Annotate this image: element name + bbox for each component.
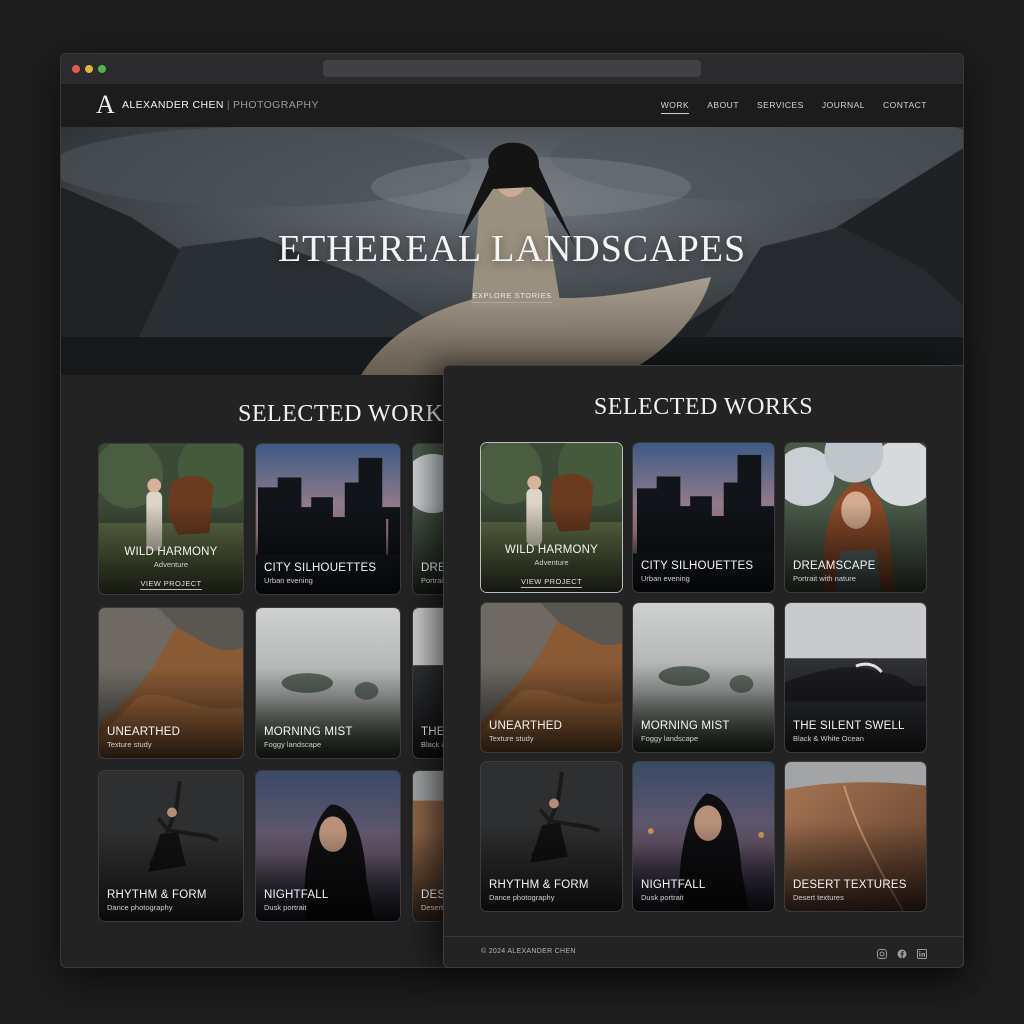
- card-title: UNEARTHED: [107, 726, 181, 738]
- view-project-label: VIEW PROJECT: [140, 579, 202, 590]
- nav-item-journal[interactable]: JOURNAL: [822, 100, 865, 114]
- nav-item-contact[interactable]: CONTACT: [883, 100, 927, 114]
- hero-banner: ETHEREAL LANDSCAPES EXPLORE STORIES: [61, 127, 963, 375]
- card-subtitle: Foggy landscape: [264, 740, 322, 749]
- project-card-rhythm-form[interactable]: RHYTHM & FORM Dance photography: [480, 761, 623, 912]
- back-card-morning-mist[interactable]: MORNING MIST Foggy landscape: [255, 607, 401, 759]
- card-subtitle: Urban evening: [264, 576, 313, 585]
- card-subtitle: Dance photography: [489, 893, 555, 902]
- linkedin-icon[interactable]: [917, 946, 927, 959]
- brand-separator: |: [226, 99, 231, 111]
- card-subtitle: Desert: [421, 903, 444, 912]
- copyright-text: © 2024 ALEXANDER CHEN: [481, 948, 576, 955]
- card-title: UNEARTHED: [489, 720, 563, 732]
- card-subtitle: Dance photography: [107, 903, 173, 912]
- card-title: NIGHTFALL: [641, 879, 706, 891]
- card-title: NIGHTFALL: [264, 889, 329, 901]
- close-window-button[interactable]: [72, 65, 80, 73]
- card-subtitle: Portrai: [421, 576, 444, 585]
- back-section-title: SELECTED WORKS: [238, 401, 458, 427]
- project-card-desert-textures[interactable]: DESERT TEXTURES Desert textures: [784, 761, 927, 912]
- maximize-window-button[interactable]: [98, 65, 106, 73]
- card-title: THE: [421, 726, 445, 738]
- page-footer: © 2024 ALEXANDER CHEN: [444, 936, 963, 967]
- card-subtitle: Portrait with nature: [793, 574, 856, 583]
- card-subtitle: Texture study: [489, 734, 534, 743]
- card-subtitle: Desert textures: [793, 893, 844, 902]
- card-title: CITY SILHOUETTES: [264, 562, 377, 574]
- site-header: A ALEXANDER CHEN | PHOTOGRAPHY WORK ABOUT …: [61, 84, 963, 127]
- card-title: MORNING MIST: [641, 720, 730, 732]
- nav-item-services[interactable]: SERVICES: [757, 100, 804, 114]
- card-title: CITY SILHOUETTES: [641, 560, 754, 572]
- project-card-unearthed[interactable]: UNEARTHED Texture study: [480, 602, 623, 753]
- minimize-window-button[interactable]: [85, 65, 93, 73]
- hero-title: ETHEREAL LANDSCAPES: [277, 228, 747, 270]
- card-subtitle: Black & White Ocean: [793, 734, 864, 743]
- brand-tagline: PHOTOGRAPHY: [233, 99, 319, 111]
- back-card-wild-harmony[interactable]: WILD HARMONY Adventure VIEW PROJECT: [98, 443, 244, 595]
- view-project-label: VIEW PROJECT: [520, 577, 583, 588]
- card-subtitle: Dusk portrait: [641, 893, 684, 902]
- card-subtitle: Adventure: [153, 560, 189, 569]
- brand-title: ALEXANDER CHEN: [122, 99, 224, 111]
- back-card-unearthed[interactable]: UNEARTHED Texture study: [98, 607, 244, 759]
- card-title: MORNING MIST: [264, 726, 353, 738]
- back-card-nightfall[interactable]: NIGHTFALL Dusk portrait: [255, 770, 401, 922]
- card-subtitle: Adventure: [534, 558, 569, 567]
- card-title: THE SILENT SWELL: [793, 720, 905, 732]
- card-title: RHYTHM & FORM: [489, 879, 589, 891]
- card-title: RHYTHM & FORM: [107, 889, 207, 901]
- selected-works-panel: SELECTED WORKS WILD HARMONY Adventure VI…: [443, 365, 964, 968]
- back-card-rhythm-form[interactable]: RHYTHM & FORM Dance photography: [98, 770, 244, 922]
- card-title: DESERT TEXTURES: [793, 879, 907, 891]
- project-card-wild-harmony[interactable]: WILD HARMONY Adventure VIEW PROJECT: [480, 442, 623, 593]
- card-title: WILD HARMONY: [504, 544, 599, 556]
- address-bar[interactable]: [323, 60, 701, 77]
- social-links: [877, 946, 927, 959]
- back-card-city-silhouettes[interactable]: CITY SILHOUETTES Urban evening: [255, 443, 401, 595]
- project-card-morning-mist[interactable]: MORNING MIST Foggy landscape: [632, 602, 775, 753]
- main-nav: WORK ABOUT SERVICES JOURNAL CONTACT: [660, 100, 927, 114]
- browser-titlebar: [61, 54, 963, 84]
- logo-icon[interactable]: A: [96, 90, 115, 120]
- project-card-silent-swell[interactable]: THE SILENT SWELL Black & White Ocean: [784, 602, 927, 753]
- project-card-city-silhouettes[interactable]: CITY SILHOUETTES Urban evening: [632, 442, 775, 593]
- card-subtitle: Urban evening: [641, 574, 690, 583]
- project-card-dreamscape[interactable]: DREAMSCAPE Portrait with nature: [784, 442, 927, 593]
- section-title: SELECTED WORKS: [593, 394, 814, 420]
- nav-item-work[interactable]: WORK: [660, 100, 690, 114]
- explore-stories-label: EXPLORE STORIES: [472, 291, 552, 303]
- view-project-link[interactable]: VIEW PROJECT: [481, 577, 622, 588]
- brand-name[interactable]: ALEXANDER CHEN | PHOTOGRAPHY: [122, 99, 319, 111]
- nav-item-about[interactable]: ABOUT: [707, 100, 739, 114]
- card-subtitle: Dusk portrait: [264, 903, 307, 912]
- card-subtitle: Texture study: [107, 740, 152, 749]
- project-card-nightfall[interactable]: NIGHTFALL Dusk portrait: [632, 761, 775, 912]
- facebook-icon[interactable]: [897, 946, 907, 959]
- card-title: DREAMSCAPE: [793, 560, 876, 572]
- card-subtitle: Foggy landscape: [641, 734, 699, 743]
- instagram-icon[interactable]: [877, 946, 887, 959]
- view-project-link[interactable]: VIEW PROJECT: [99, 579, 243, 590]
- explore-stories-link[interactable]: EXPLORE STORIES: [61, 291, 963, 303]
- card-title: WILD HARMONY: [124, 546, 218, 558]
